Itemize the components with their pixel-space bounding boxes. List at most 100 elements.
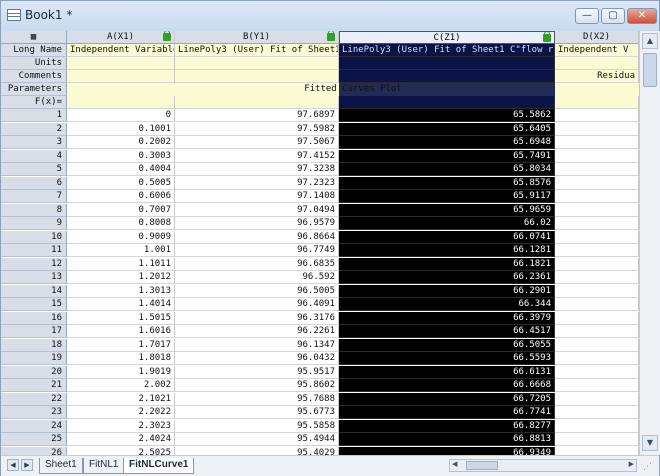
cell-c[interactable]: 66.1281 (339, 244, 555, 257)
cell-c[interactable]: 66.1821 (339, 257, 555, 271)
cell-c[interactable]: 65.8034 (339, 163, 555, 176)
cell-c[interactable]: 66.5593 (339, 352, 555, 365)
cell-c[interactable]: 66.344 (339, 298, 555, 311)
row-label-comments[interactable]: Comments (1, 70, 67, 83)
cell-c[interactable]: 65.5862 (339, 109, 555, 122)
cell-a[interactable]: 1.6016 (67, 325, 175, 338)
row-number[interactable]: 12 (1, 257, 67, 271)
minimize-button[interactable]: — (575, 8, 599, 24)
units-a[interactable] (67, 57, 175, 70)
cell-b[interactable]: 97.4152 (175, 149, 339, 163)
long-name-b[interactable]: LinePoly3 (User) Fit of Sheet1 B (175, 44, 339, 57)
scroll-down-icon[interactable]: ▼ (642, 435, 658, 451)
cell-b[interactable]: 97.1408 (175, 190, 339, 203)
row-number[interactable]: 10 (1, 230, 67, 244)
row-number[interactable]: 7 (1, 190, 67, 203)
scroll-up-icon[interactable]: ▲ (642, 33, 658, 49)
horizontal-scrollbar[interactable]: ◀ ▶ (449, 459, 637, 472)
cell-d[interactable] (555, 325, 639, 338)
row-label-long-name[interactable]: Long Name (1, 44, 67, 57)
cell-d[interactable] (555, 244, 639, 257)
cell-a[interactable]: 0.3003 (67, 149, 175, 163)
cell-b[interactable]: 96.9579 (175, 217, 339, 230)
cell-a[interactable]: 2.5025 (67, 446, 175, 455)
cell-d[interactable] (555, 446, 639, 455)
cell-c[interactable]: 66.2901 (339, 284, 555, 298)
formula-a[interactable] (67, 96, 175, 109)
cell-a[interactable]: 1.9019 (67, 365, 175, 379)
cell-b[interactable]: 97.0494 (175, 203, 339, 217)
long-name-d[interactable]: Independent V (555, 44, 639, 57)
scroll-left-icon[interactable]: ◀ (452, 460, 457, 468)
cell-d[interactable] (555, 365, 639, 379)
cell-d[interactable] (555, 149, 639, 163)
long-name-a[interactable]: Independent Variable (67, 44, 175, 57)
formula-b[interactable] (175, 96, 339, 109)
cell-c[interactable]: 65.9117 (339, 190, 555, 203)
cell-a[interactable]: 2.3023 (67, 419, 175, 433)
cell-c[interactable]: 66.8813 (339, 433, 555, 446)
row-number[interactable]: 24 (1, 419, 67, 433)
formula-d[interactable] (555, 96, 639, 109)
cell-a[interactable]: 2.002 (67, 379, 175, 392)
scroll-right-icon[interactable]: ▶ (629, 460, 634, 468)
cell-d[interactable] (555, 257, 639, 271)
units-d[interactable] (555, 57, 639, 70)
row-number[interactable]: 25 (1, 433, 67, 446)
vertical-scroll-thumb[interactable] (643, 53, 657, 87)
cell-a[interactable]: 0 (67, 109, 175, 122)
title-bar[interactable]: Book1 * — ▢ ✕ (1, 1, 659, 32)
cell-a[interactable]: 0.7007 (67, 203, 175, 217)
cell-b[interactable]: 96.7749 (175, 244, 339, 257)
row-number[interactable]: 13 (1, 271, 67, 284)
long-name-c[interactable]: LinePoly3 (User) Fit of Sheet1 C"flow ra… (339, 44, 555, 57)
cell-a[interactable]: 1.001 (67, 244, 175, 257)
cell-d[interactable] (555, 203, 639, 217)
comments-b[interactable] (175, 70, 339, 83)
cell-a[interactable]: 1.5015 (67, 311, 175, 325)
row-number[interactable]: 2 (1, 122, 67, 136)
cell-a[interactable]: 0.2002 (67, 136, 175, 149)
cell-b[interactable]: 95.4029 (175, 446, 339, 455)
cell-c[interactable]: 66.8277 (339, 419, 555, 433)
row-label-fx[interactable]: F(x)= (1, 96, 67, 109)
row-number[interactable]: 4 (1, 149, 67, 163)
cell-a[interactable]: 1.8018 (67, 352, 175, 365)
cell-b[interactable]: 96.0432 (175, 352, 339, 365)
cell-b[interactable]: 97.5982 (175, 122, 339, 136)
cell-b[interactable]: 95.8602 (175, 379, 339, 392)
cell-a[interactable]: 2.4024 (67, 433, 175, 446)
cell-a[interactable]: 1.1011 (67, 257, 175, 271)
cell-b[interactable]: 96.6835 (175, 257, 339, 271)
cell-d[interactable] (555, 338, 639, 352)
vertical-scrollbar[interactable]: ▲ ▼ (639, 31, 660, 455)
cell-d[interactable] (555, 311, 639, 325)
row-number[interactable]: 9 (1, 217, 67, 230)
cell-b[interactable]: 97.6897 (175, 109, 339, 122)
cell-d[interactable] (555, 217, 639, 230)
cell-a[interactable]: 1.2012 (67, 271, 175, 284)
cell-a[interactable]: 0.6006 (67, 190, 175, 203)
cell-b[interactable]: 96.3176 (175, 311, 339, 325)
cell-d[interactable] (555, 122, 639, 136)
cell-a[interactable]: 1.4014 (67, 298, 175, 311)
cell-b[interactable]: 97.2323 (175, 176, 339, 190)
row-number[interactable]: 16 (1, 311, 67, 325)
formula-c[interactable] (339, 96, 555, 109)
cell-b[interactable]: 96.8664 (175, 230, 339, 244)
column-header-a[interactable]: A(X1) (67, 31, 175, 44)
cell-b[interactable]: 95.7688 (175, 392, 339, 406)
comments-c[interactable] (339, 70, 555, 83)
cell-a[interactable]: 2.2022 (67, 406, 175, 419)
tab-fitnlcurve1[interactable]: FitNLCurve1 (123, 458, 195, 474)
cell-c[interactable]: 66.2361 (339, 271, 555, 284)
cell-d[interactable] (555, 109, 639, 122)
resize-grip-icon[interactable]: ⋰ (643, 462, 652, 472)
row-number[interactable]: 21 (1, 379, 67, 392)
cell-a[interactable]: 0.1001 (67, 122, 175, 136)
column-header-b[interactable]: B(Y1) (175, 31, 339, 44)
cell-c[interactable]: 66.7741 (339, 406, 555, 419)
cell-b[interactable]: 95.5858 (175, 419, 339, 433)
cell-b[interactable]: 96.1347 (175, 338, 339, 352)
cell-d[interactable] (555, 352, 639, 365)
